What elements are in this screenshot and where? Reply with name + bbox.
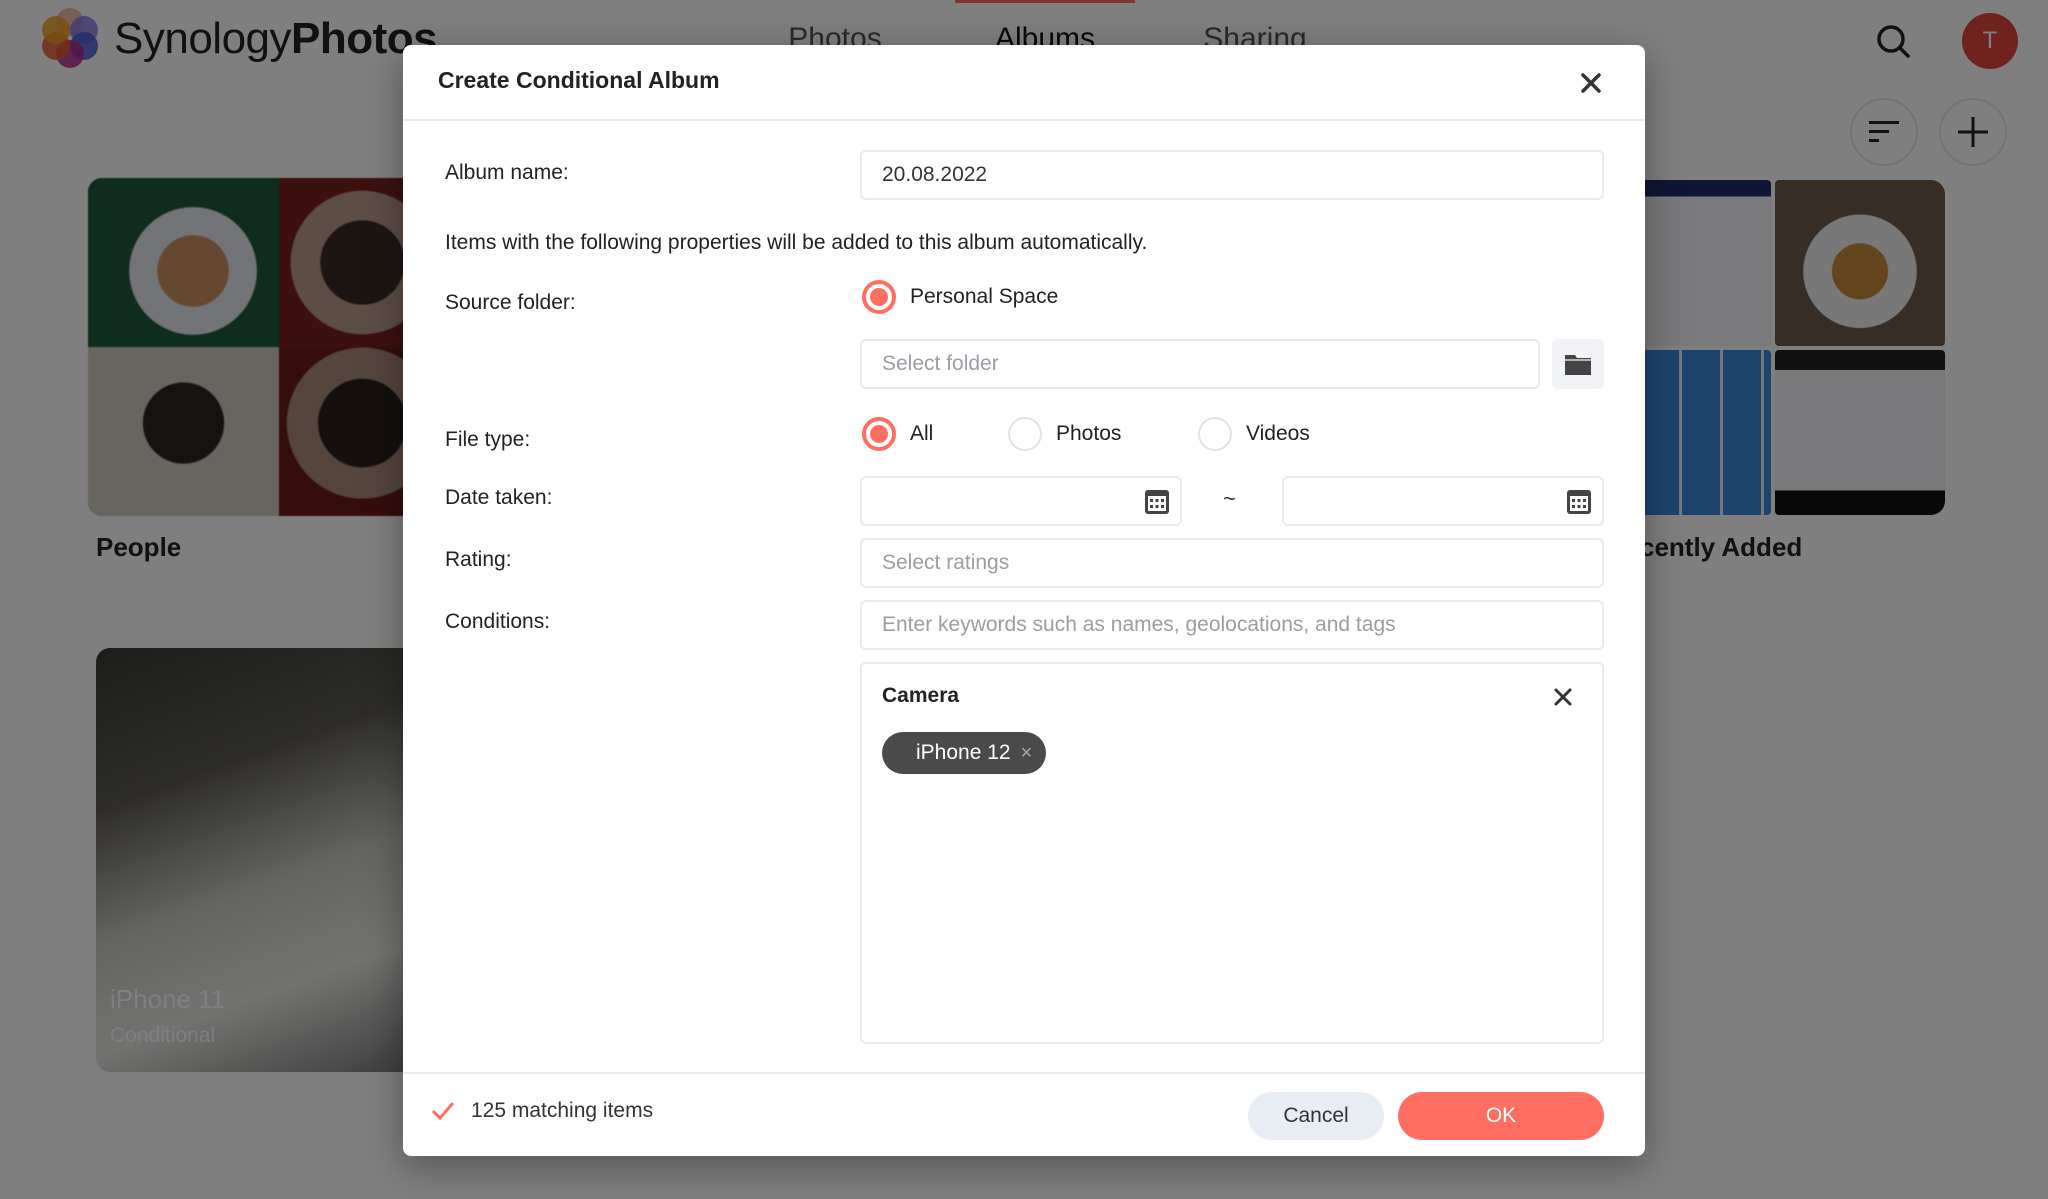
ok-button[interactable]: OK [1398, 1092, 1604, 1140]
rating-select[interactable]: Select ratings [860, 538, 1604, 588]
conditions-placeholder: Enter keywords such as names, geolocatio… [882, 613, 1396, 636]
close-icon [1554, 688, 1572, 706]
date-range-separator: ~ [1223, 486, 1236, 511]
create-conditional-album-dialog: Create Conditional Album Album name: 20.… [403, 45, 1645, 1156]
checkmark-icon [431, 1102, 455, 1121]
match-count-text: 125 matching items [471, 1099, 654, 1122]
browse-folder-button[interactable] [1552, 339, 1604, 389]
dialog-title: Create Conditional Album [438, 67, 720, 93]
cancel-button[interactable]: Cancel [1248, 1092, 1384, 1140]
file-type-photos-label: Photos [1056, 422, 1122, 445]
dialog-description: Items with the following properties will… [445, 231, 1148, 254]
dialog-close-button[interactable] [1577, 69, 1605, 97]
dialog-footer: 125 matching items Cancel OK [403, 1072, 1645, 1156]
chip-label: iPhone 12 [916, 741, 1011, 764]
date-from-input[interactable] [860, 476, 1182, 526]
conditions-input[interactable]: Enter keywords such as names, geolocatio… [860, 600, 1604, 650]
file-type-label: File type: [445, 428, 531, 451]
close-icon [1581, 73, 1601, 93]
remove-condition-group-button[interactable] [1552, 686, 1574, 708]
file-type-all-label: All [910, 422, 934, 445]
file-type-videos-radio[interactable]: Videos [1198, 417, 1310, 451]
date-taken-label: Date taken: [445, 486, 553, 509]
radio-unselected-icon [1008, 417, 1042, 451]
dialog-header: Create Conditional Album [403, 45, 1645, 121]
radio-unselected-icon [1198, 417, 1232, 451]
chip-remove-icon[interactable]: × [1021, 742, 1033, 765]
album-name-value: 20.08.2022 [882, 163, 988, 186]
calendar-icon[interactable] [1566, 489, 1592, 515]
select-folder-placeholder: Select folder [882, 352, 999, 375]
date-to-input[interactable] [1282, 476, 1604, 526]
file-type-videos-label: Videos [1246, 422, 1310, 445]
album-name-label: Album name: [445, 161, 569, 184]
album-name-input[interactable]: 20.08.2022 [860, 150, 1604, 200]
rating-placeholder: Select ratings [882, 551, 1010, 574]
source-option-label: Personal Space [910, 285, 1059, 308]
match-status: 125 matching items [431, 1099, 653, 1123]
calendar-icon[interactable] [1144, 489, 1170, 515]
condition-group-title: Camera [882, 684, 960, 707]
conditions-label: Conditions: [445, 610, 551, 633]
rating-label: Rating: [445, 548, 512, 571]
source-folder-label: Source folder: [445, 291, 576, 314]
select-folder-input[interactable]: Select folder [860, 339, 1540, 389]
file-type-photos-radio[interactable]: Photos [1008, 417, 1121, 451]
radio-selected-icon [862, 417, 896, 451]
radio-selected-icon [862, 280, 896, 314]
source-personal-space-radio[interactable]: Personal Space [862, 280, 1058, 314]
file-type-all-radio[interactable]: All [862, 417, 933, 451]
condition-group-camera: Camera iPhone 12 × [860, 662, 1604, 1044]
condition-chip: iPhone 12 × [882, 732, 1047, 774]
folder-icon [1565, 355, 1591, 375]
